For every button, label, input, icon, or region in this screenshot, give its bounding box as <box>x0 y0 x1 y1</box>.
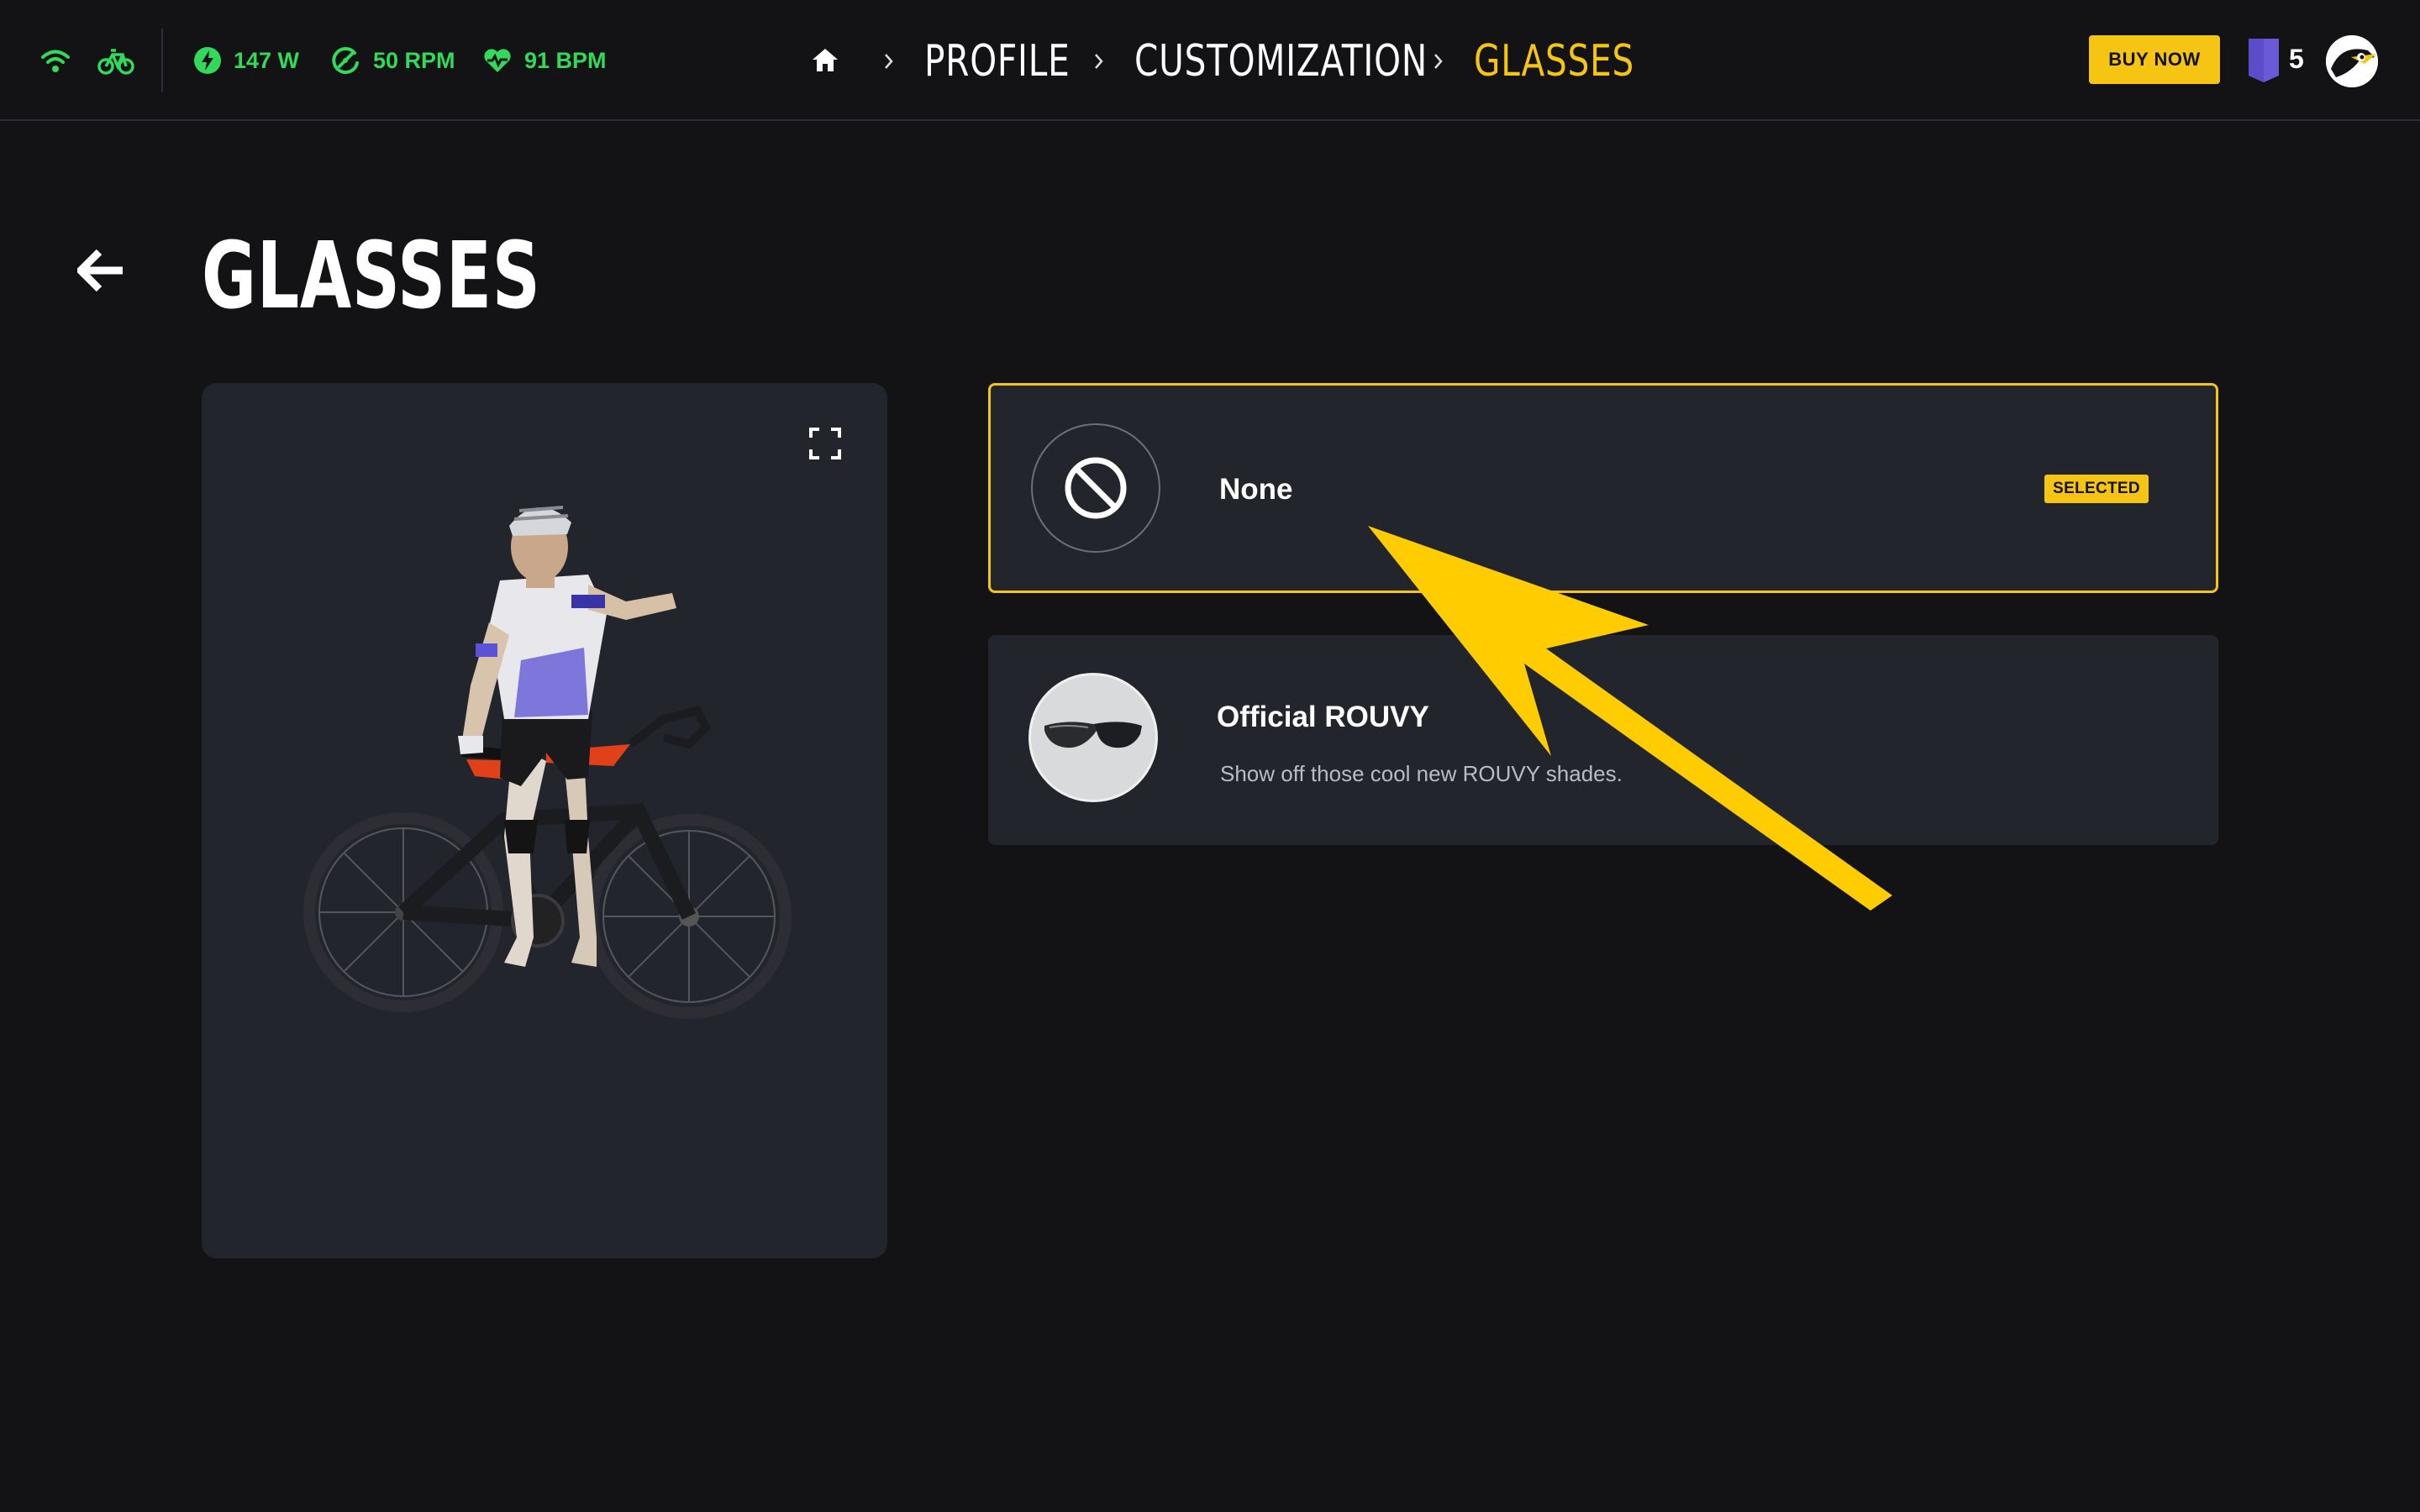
level-badge-icon[interactable] <box>2247 37 2281 88</box>
prohibited-icon <box>1065 457 1127 519</box>
power-metric: 147 W <box>193 40 299 81</box>
back-arrow-icon[interactable] <box>75 249 126 297</box>
fullscreen-icon[interactable] <box>808 427 842 465</box>
cadence-icon <box>332 47 359 75</box>
wifi-icon <box>39 40 72 81</box>
avatar-preview-panel[interactable] <box>202 383 887 1258</box>
buy-now-button[interactable]: BUY NOW <box>2089 35 2220 84</box>
breadcrumb-profile[interactable]: PROFILE <box>924 30 1071 92</box>
top-bar: 147 W 50 RPM 91 BPM PROFILE CUSTOMIZATIO… <box>0 0 2420 121</box>
option-title: Official ROUVY <box>1217 701 1429 733</box>
power-bolt-icon <box>194 47 221 74</box>
user-avatar[interactable] <box>2326 35 2378 87</box>
chevron-right-icon <box>1095 54 1103 69</box>
heart-rate-icon <box>484 49 511 72</box>
home-icon[interactable] <box>810 45 840 80</box>
chevron-right-icon <box>885 54 893 69</box>
option-title: None <box>1219 473 1293 506</box>
cadence-metric: 50 RPM <box>331 40 455 81</box>
option-thumbnail <box>1031 423 1160 553</box>
status-divider <box>161 29 163 92</box>
option-description: Show off those cool new ROUVY shades. <box>1220 761 1623 786</box>
glasses-option-official-rouvy[interactable]: Official ROUVY Show off those cool new R… <box>988 635 2218 845</box>
heart-rate-value: 91 BPM <box>524 47 607 73</box>
heart-rate-metric: 91 BPM <box>482 40 607 81</box>
selected-badge: SELECTED <box>2044 475 2149 503</box>
badge-count: 5 <box>2289 44 2304 74</box>
bike-trainer-icon <box>97 40 134 81</box>
option-thumbnail <box>1028 673 1158 802</box>
breadcrumb-customization[interactable]: CUSTOMIZATION <box>1134 30 1428 92</box>
page-title: GLASSES <box>202 222 541 329</box>
cadence-value: 50 RPM <box>373 47 455 73</box>
breadcrumb-glasses: GLASSES <box>1474 36 1635 87</box>
cyclist-with-bike-image <box>294 467 798 1076</box>
power-value: 147 W <box>234 47 300 73</box>
chevron-right-icon <box>1434 54 1443 69</box>
glasses-option-none[interactable]: None SELECTED <box>988 383 2218 593</box>
sunglasses-icon <box>1044 722 1142 748</box>
